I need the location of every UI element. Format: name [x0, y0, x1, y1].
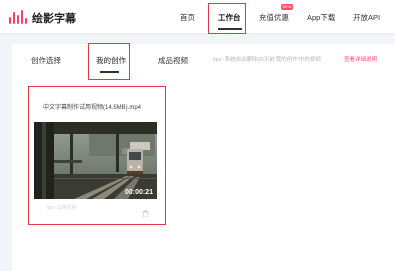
nav-item-open-api[interactable]: 开放API — [353, 12, 380, 23]
tips-detail-link[interactable]: 查看详细说明 — [344, 55, 377, 63]
tab-finished-videos[interactable]: 成品视频 — [158, 55, 188, 66]
nav-item-recharge[interactable]: 充值优惠 — [259, 12, 289, 23]
video-card-highlight-box — [28, 86, 166, 225]
new-badge: NEW — [281, 4, 293, 10]
tab-creation-choice[interactable]: 创作选择 — [31, 55, 61, 66]
tips-text: tips: 系统自动删除30天前'我的创作'中的视频 — [213, 57, 321, 63]
nav-item-home[interactable]: 首页 — [180, 12, 195, 23]
workbench-highlight-box — [208, 3, 246, 34]
nav-item-app-download[interactable]: App下载 — [307, 12, 335, 23]
brand-name[interactable]: 绘影字幕 — [32, 10, 76, 26]
top-navigation-bar: 绘影字幕 首页 工作台 充值优惠 NEW App下载 开放API — [0, 0, 395, 34]
sound-wave-logo-icon[interactable] — [9, 10, 27, 24]
my-creations-highlight-box — [88, 43, 130, 80]
